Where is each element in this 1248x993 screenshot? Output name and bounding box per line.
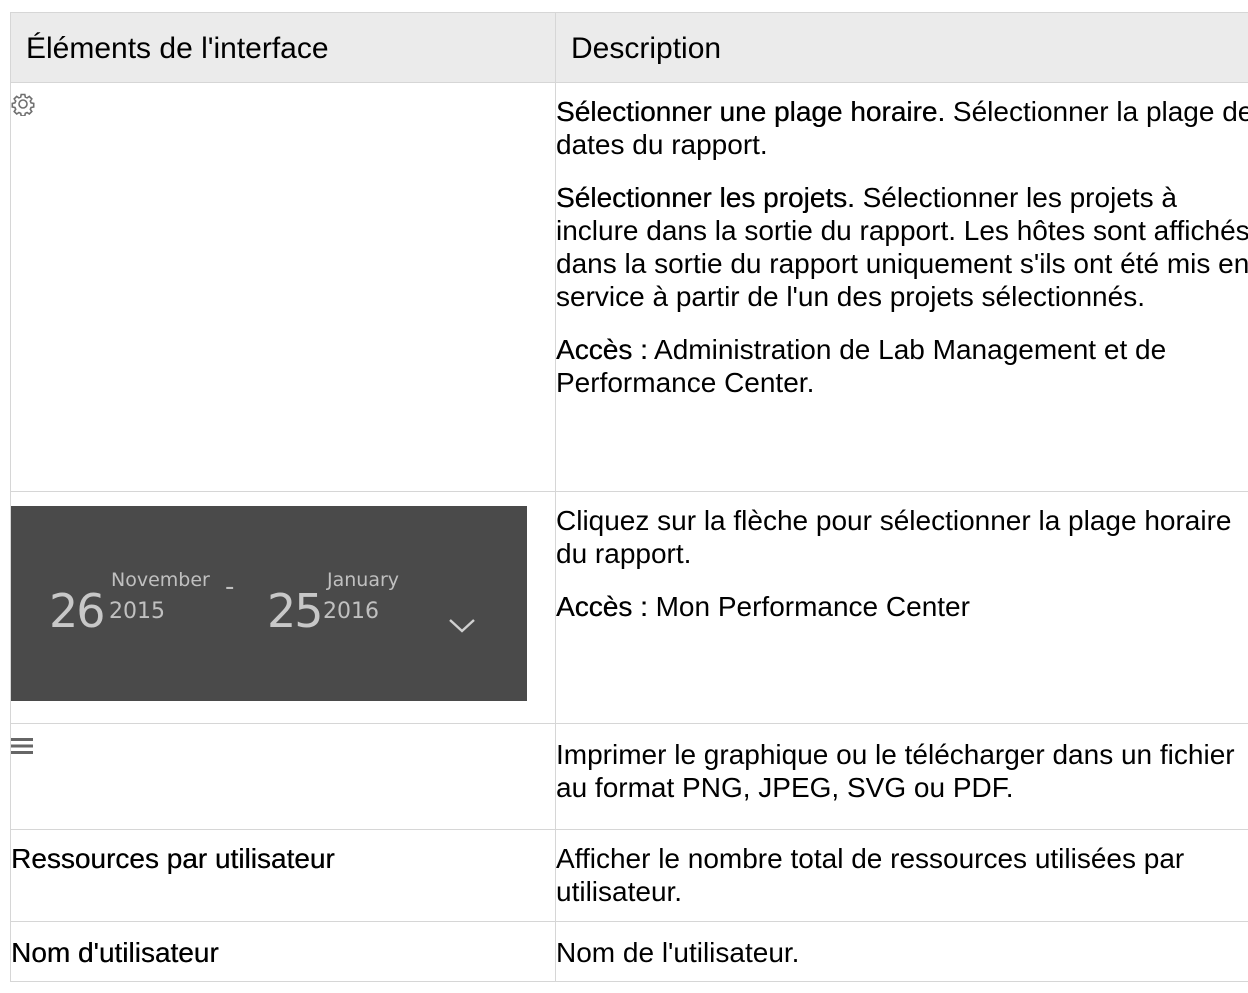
description-paragraph: Imprimer le graphique ou le télécharger … — [556, 739, 1235, 803]
menu-icon[interactable] — [11, 737, 33, 755]
header-description: Description — [555, 12, 1248, 83]
description-paragraph: Cliquez sur la flèche pour sélectionner … — [556, 505, 1232, 569]
table-row: Nom d'utilisateur Nom de l'utilisateur. — [10, 921, 1248, 982]
access-text: Administration de Lab Management et de P… — [556, 334, 1167, 398]
date-separator: - — [225, 572, 235, 602]
element-cell — [10, 723, 556, 830]
description-cell: Afficher le nombre total de ressources u… — [555, 829, 1248, 922]
element-label: Ressources par utilisateur — [11, 843, 335, 874]
description-paragraph: Sélectionner une plage horaire. Sélectio… — [556, 95, 1248, 161]
element-cell: Nom d'utilisateur — [10, 921, 556, 982]
date-range-widget[interactable]: 26 November 2015 - 25 January 2016 — [11, 506, 527, 701]
element-cell: 26 November 2015 - 25 January 2016 — [10, 491, 556, 724]
end-year: 2016 — [323, 599, 379, 624]
end-month: January — [327, 569, 400, 591]
description-paragraph: Accès : Mon Performance Center — [556, 590, 1248, 623]
description-cell: Cliquez sur la flèche pour sélectionner … — [555, 491, 1248, 724]
gear-icon[interactable] — [11, 92, 35, 116]
start-day: 26 — [49, 584, 106, 638]
element-label: Nom d'utilisateur — [11, 937, 219, 968]
start-year: 2015 — [109, 599, 165, 624]
table-row: Imprimer le graphique ou le télécharger … — [10, 723, 1248, 830]
access-text: Mon Performance Center — [647, 591, 970, 622]
description-cell: Imprimer le graphique ou le télécharger … — [555, 723, 1248, 830]
element-cell: Ressources par utilisateur — [10, 829, 556, 922]
table-row: 26 November 2015 - 25 January 2016 Cliqu… — [10, 491, 1248, 724]
table-row: Sélectionner une plage horaire. Sélectio… — [10, 82, 1248, 492]
interface-elements-table: Éléments de l'interface Description Séle… — [10, 12, 1248, 982]
description-paragraph: Accès : Administration de Lab Management… — [556, 333, 1248, 399]
access-label: Accès : — [556, 334, 648, 365]
description-term: Sélectionner une plage horaire. — [556, 96, 946, 127]
header-elements: Éléments de l'interface — [10, 12, 556, 83]
description-paragraph: Sélectionner les projets. Sélectionner l… — [556, 181, 1248, 313]
description-cell: Sélectionner une plage horaire. Sélectio… — [555, 82, 1248, 492]
element-cell — [10, 82, 556, 492]
table-row: Ressources par utilisateur Afficher le n… — [10, 829, 1248, 922]
description-paragraph: Afficher le nombre total de ressources u… — [556, 843, 1185, 907]
chevron-down-icon[interactable] — [447, 614, 477, 636]
table-header-row: Éléments de l'interface Description — [10, 12, 1248, 83]
description-term: Sélectionner les projets. — [556, 182, 855, 213]
description-paragraph: Nom de l'utilisateur. — [556, 937, 800, 968]
start-month: November — [111, 569, 210, 591]
access-label: Accès : — [556, 591, 648, 622]
description-cell: Nom de l'utilisateur. — [555, 921, 1248, 982]
end-day: 25 — [267, 584, 324, 638]
